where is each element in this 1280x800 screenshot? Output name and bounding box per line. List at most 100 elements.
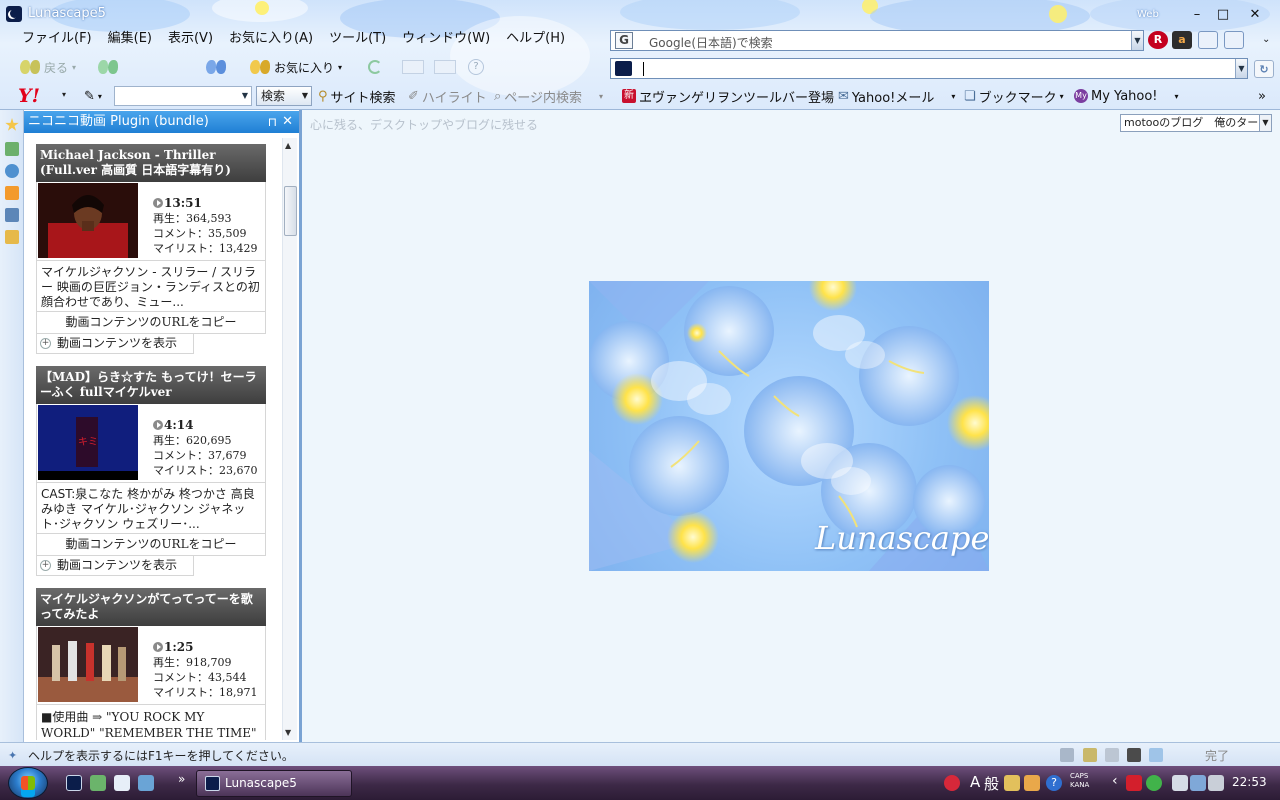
address-bar[interactable]: ▼ — [610, 58, 1248, 79]
video-thumbnail[interactable] — [38, 627, 138, 702]
panel-close-icon[interactable]: ✕ — [282, 111, 293, 133]
status-popup-icon[interactable] — [1083, 748, 1097, 762]
home-button[interactable] — [206, 56, 226, 78]
rakuten-icon[interactable]: R — [1148, 31, 1168, 49]
search-option-icon[interactable] — [1224, 31, 1244, 49]
status-cat-icon[interactable] — [1127, 748, 1141, 762]
toolbar-more-button[interactable]: » — [1258, 86, 1266, 106]
status-print-icon[interactable] — [1105, 748, 1119, 762]
ime-help-icon[interactable]: ? — [1046, 775, 1062, 791]
close-button[interactable]: ✕ — [1244, 7, 1266, 23]
web-search-box[interactable]: G Google(日本語)で検索 ▼ — [610, 30, 1144, 51]
video-thumbnail[interactable] — [38, 183, 138, 258]
search-menu-chevron-icon[interactable]: ⌄ — [1262, 34, 1270, 45]
search-window-icon[interactable] — [1198, 31, 1218, 49]
search-engine-dropdown[interactable]: ▼ — [1131, 31, 1143, 50]
taskbar-clock[interactable]: 22:53 — [1232, 775, 1267, 789]
blog-select-value: motooのブログ 俺のターン。 — [1124, 116, 1272, 129]
favorites-star-icon[interactable] — [5, 118, 19, 131]
menu-view[interactable]: 表示(V) — [160, 30, 221, 48]
rss-icon[interactable] — [5, 186, 19, 200]
blog-select-arrow[interactable]: ▼ — [1259, 115, 1271, 131]
ime-mode-general[interactable]: 般 — [984, 773, 999, 794]
highlight-button[interactable]: ✐ ハイライト — [408, 86, 487, 106]
start-button[interactable] — [8, 767, 48, 799]
play-icon — [153, 198, 163, 208]
evangelion-toolbar-link[interactable]: 新 ヱヴァンゲリヲンツールバー登場 — [622, 86, 834, 106]
tray-security-icon[interactable] — [1126, 775, 1142, 791]
evangelion-label: ヱヴァンゲリヲンツールバー登場 — [639, 90, 835, 106]
video-thumbnail[interactable]: キミ — [38, 405, 138, 480]
plugin-icon[interactable] — [5, 208, 19, 222]
quicklaunch-expand[interactable]: » — [178, 772, 185, 786]
yahoo-logo[interactable]: Y! — [18, 85, 40, 107]
quicklaunch-lunascape-icon[interactable] — [66, 775, 82, 791]
quicklaunch-explorer-icon[interactable] — [138, 775, 154, 791]
site-search-button[interactable]: ⚲ サイト検索 — [318, 86, 396, 106]
yahoo-menu-arrow[interactable]: ▾ — [62, 90, 66, 99]
yahoo-mail-button[interactable]: ✉ Yahoo!メール ▾ — [838, 86, 955, 106]
volume-icon[interactable] — [1208, 775, 1224, 791]
page-search-button[interactable]: ⌕ ページ内検索 ▾ — [494, 86, 603, 106]
back-button[interactable]: 戻る ▾ — [20, 56, 76, 78]
nicovideo-panel: ニコニコ動画 Plugin (bundle) ⊓ ✕ Michael Jacks… — [24, 110, 302, 742]
history-icon[interactable] — [5, 142, 19, 156]
help-nav-button[interactable]: ? — [468, 56, 484, 78]
status-zoom-icon[interactable] — [1149, 748, 1163, 762]
search-area: G Google(日本語)で検索 ▼ R a ⌄ ▼ ↻ — [610, 29, 1278, 81]
scroll-up-arrow-icon[interactable]: ▲ — [285, 141, 291, 150]
status-text: ヘルプを表示するにはF1キーを押してください。 — [28, 749, 294, 763]
video-title[interactable]: Michael Jackson - Thriller (Full.ver 高画質… — [36, 144, 266, 182]
search-engine-icon[interactable]: G — [615, 32, 633, 49]
scroll-thumb[interactable] — [284, 186, 297, 236]
menu-help[interactable]: ヘルプ(H) — [498, 30, 573, 48]
tray-alert-icon[interactable] — [944, 775, 960, 791]
video-title[interactable]: マイケルジャクソンがてってってーを歌ってみたよ — [36, 588, 266, 626]
panel-scrollbar[interactable]: ▲ ▼ — [282, 138, 297, 740]
tray-expand-chevron[interactable]: ‹ — [1112, 773, 1118, 789]
address-dropdown[interactable]: ▼ — [1235, 59, 1247, 78]
yahoo-search-button[interactable]: 検索 ▼ — [256, 86, 312, 106]
tray-device-icon[interactable] — [1172, 775, 1188, 791]
menu-window[interactable]: ウィンドウ(W) — [394, 30, 498, 48]
show-video-button[interactable]: + 動画コンテンツを表示 — [36, 556, 194, 576]
yahoo-search-dropdown[interactable]: ▼ — [239, 87, 251, 105]
taskbar-lunascape-button[interactable]: Lunascape5 — [196, 770, 352, 797]
lunascape-icon — [6, 6, 22, 22]
copy-url-button[interactable]: 動画コンテンツのURLをコピー — [36, 312, 266, 334]
reload-button[interactable] — [368, 56, 382, 78]
view-button-2[interactable] — [434, 56, 456, 78]
my-yahoo-button[interactable]: My My Yahoo! ▾ — [1074, 86, 1179, 106]
ime-dictionary-icon[interactable] — [1004, 775, 1020, 791]
tray-messenger-icon[interactable] — [1146, 775, 1162, 791]
sync-icon[interactable] — [5, 164, 19, 178]
pen-tool-button[interactable]: ✎ ▾ — [84, 86, 102, 106]
show-video-button[interactable]: + 動画コンテンツを表示 — [36, 334, 194, 354]
network-icon[interactable] — [1190, 775, 1206, 791]
menu-favorites[interactable]: お気に入り(A) — [221, 30, 321, 48]
bookmark-button[interactable]: ❏ ブックマーク ▾ — [964, 86, 1064, 106]
ime-mode-a[interactable]: A — [970, 773, 980, 791]
menu-file[interactable]: ファイル(F) — [14, 30, 100, 48]
video-title[interactable]: 【MAD】らき☆すた もってけ！セーラーふく fullマイケルver — [36, 366, 266, 404]
video-duration: 4:14 — [164, 418, 194, 432]
menu-edit[interactable]: 編集(E) — [100, 30, 160, 48]
forward-button[interactable] — [98, 56, 118, 78]
pin-icon[interactable]: ⊓ — [268, 111, 277, 133]
minimize-button[interactable]: – — [1186, 7, 1208, 23]
blog-select[interactable]: motooのブログ 俺のターン。 ▼ — [1120, 114, 1272, 132]
menu-tools[interactable]: ツール(T) — [321, 30, 394, 48]
yahoo-search-input[interactable]: ▼ — [114, 86, 252, 106]
add-panel-icon[interactable] — [5, 230, 19, 244]
scroll-down-arrow-icon[interactable]: ▼ — [285, 728, 291, 737]
favorites-button[interactable]: お気に入り ▾ — [250, 56, 342, 78]
copy-url-button[interactable]: 動画コンテンツのURLをコピー — [36, 534, 266, 556]
status-monitor-icon[interactable] — [1060, 748, 1074, 762]
amazon-icon[interactable]: a — [1172, 31, 1192, 49]
quicklaunch-notepad-icon[interactable] — [114, 775, 130, 791]
quicklaunch-app-icon[interactable] — [90, 775, 106, 791]
ime-tool-icon[interactable] — [1024, 775, 1040, 791]
view-button-1[interactable] — [402, 56, 424, 78]
go-refresh-icon[interactable]: ↻ — [1254, 60, 1274, 78]
maximize-button[interactable]: □ — [1212, 7, 1234, 23]
